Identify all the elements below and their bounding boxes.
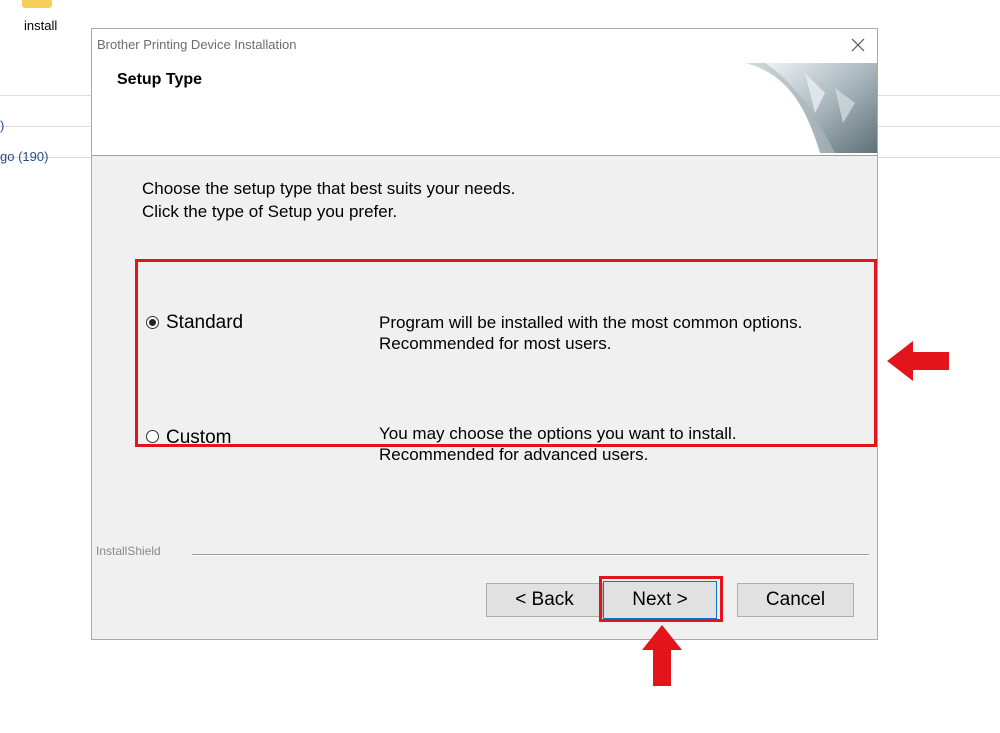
- standard-description: Program will be installed with the most …: [379, 312, 802, 354]
- custom-description: You may choose the options you want to i…: [379, 423, 737, 465]
- description-line: You may choose the options you want to i…: [379, 424, 737, 443]
- instruction-line: Choose the setup type that best suits yo…: [142, 179, 516, 198]
- page-title: Setup Type: [117, 71, 203, 88]
- folder-icon[interactable]: [22, 0, 52, 8]
- folder-label[interactable]: install: [24, 18, 57, 33]
- background-link[interactable]: go (190): [0, 149, 48, 164]
- close-button[interactable]: [845, 33, 871, 57]
- footer-divider: [192, 554, 869, 556]
- custom-label[interactable]: Custom: [166, 427, 231, 449]
- next-button[interactable]: Next >: [603, 581, 717, 619]
- back-button[interactable]: < Back: [486, 583, 603, 617]
- description-line: Program will be installed with the most …: [379, 313, 803, 332]
- cancel-button[interactable]: Cancel: [737, 583, 854, 617]
- description-line: Recommended for most users.: [379, 334, 612, 353]
- left-arrow-icon: [887, 341, 949, 381]
- custom-radio[interactable]: [146, 430, 159, 443]
- standard-radio[interactable]: [146, 316, 159, 329]
- description-line: Recommended for advanced users.: [379, 445, 649, 464]
- setup-dialog: Brother Printing Device Installation Set…: [91, 28, 878, 640]
- background-link[interactable]: ): [0, 118, 4, 133]
- close-icon: [851, 38, 865, 52]
- installshield-label: InstallShield: [96, 544, 161, 558]
- standard-label[interactable]: Standard: [166, 312, 243, 334]
- instruction-line: Click the type of Setup you prefer.: [142, 202, 398, 221]
- up-arrow-icon: [642, 625, 682, 686]
- installer-graphic-icon: [745, 63, 877, 153]
- setup-options-highlight: Standard Program will be installed with …: [135, 259, 877, 464]
- window-title: Brother Printing Device Installation: [97, 37, 297, 52]
- title-bar[interactable]: Brother Printing Device Installation: [92, 29, 877, 61]
- instructions: Choose the setup type that best suits yo…: [142, 177, 515, 223]
- dialog-header: Setup Type: [92, 61, 877, 156]
